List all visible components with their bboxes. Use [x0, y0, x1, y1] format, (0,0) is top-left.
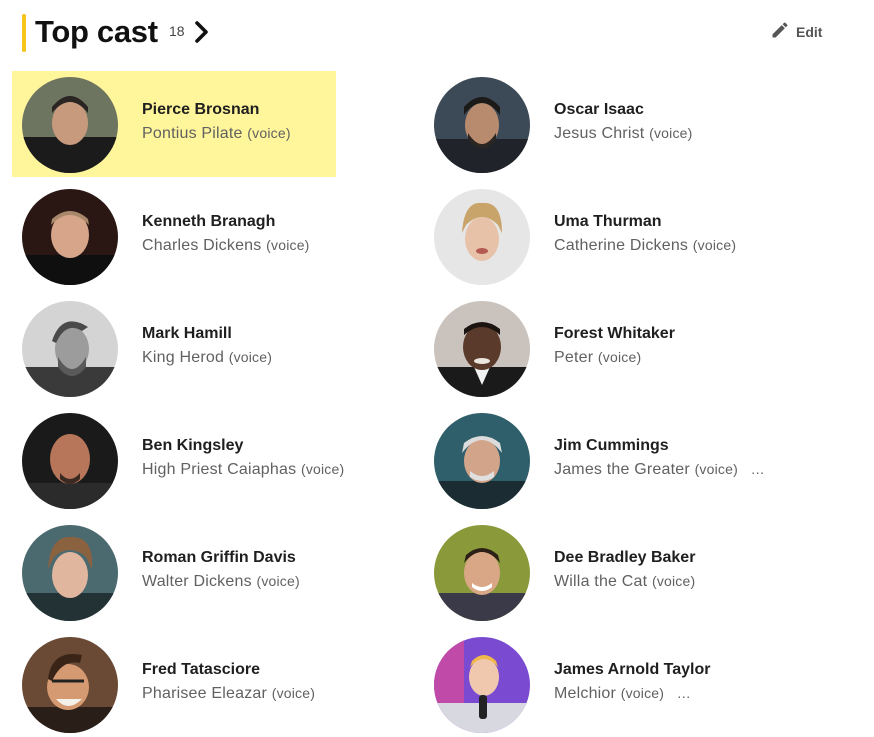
role-note: (voice): [649, 125, 693, 141]
cast-item: Mark Hamill King Herod (voice): [12, 295, 336, 401]
character-name[interactable]: Peter: [554, 349, 593, 366]
cast-item: Kenneth Branagh Charles Dickens (voice): [12, 183, 336, 289]
role-note: (voice): [692, 237, 737, 253]
cast-item: Pierce Brosnan Pontius Pilate (voice): [12, 71, 336, 177]
more-ellipsis[interactable]: …: [751, 461, 765, 477]
actor-name[interactable]: Fred Tatasciore: [142, 661, 260, 679]
avatar[interactable]: [434, 77, 530, 173]
avatar[interactable]: [434, 189, 530, 285]
character-role: Peter (voice): [554, 349, 641, 367]
character-name[interactable]: Melchior: [554, 685, 616, 702]
accent-bar: [22, 14, 26, 52]
character-role: High Priest Caiaphas (voice): [142, 461, 344, 479]
cast-item: Fred Tatasciore Pharisee Eleazar (voice): [12, 631, 336, 737]
character-role: Melchior (voice) …: [554, 685, 691, 703]
avatar[interactable]: [22, 525, 118, 621]
character-role: James the Greater (voice) …: [554, 461, 765, 479]
character-role: Charles Dickens (voice): [142, 237, 310, 255]
actor-name[interactable]: Uma Thurman: [554, 213, 662, 231]
character-name[interactable]: Pontius Pilate: [142, 125, 243, 142]
character-role: King Herod (voice): [142, 349, 272, 367]
cast-item: Oscar Isaac Jesus Christ (voice): [424, 71, 748, 177]
character-role: Walter Dickens (voice): [142, 573, 300, 591]
character-name[interactable]: James the Greater: [554, 461, 690, 478]
edit-label: Edit: [796, 24, 823, 40]
avatar[interactable]: [22, 189, 118, 285]
role-note: (voice): [247, 125, 291, 141]
section-header: Top cast 18: [22, 12, 874, 52]
avatar[interactable]: [434, 301, 530, 397]
role-note: (voice): [620, 685, 665, 701]
actor-name[interactable]: Jim Cummings: [554, 437, 669, 455]
chevron-right-icon[interactable]: [192, 20, 212, 44]
actor-name[interactable]: Dee Bradley Baker: [554, 549, 695, 567]
avatar[interactable]: [434, 413, 530, 509]
character-name[interactable]: Catherine Dickens: [554, 237, 688, 254]
avatar[interactable]: [22, 637, 118, 733]
character-name[interactable]: Walter Dickens: [142, 573, 252, 590]
cast-count: 18: [169, 23, 185, 39]
avatar[interactable]: [434, 637, 530, 733]
character-role: Pontius Pilate (voice): [142, 125, 291, 143]
character-role: Jesus Christ (voice): [554, 125, 693, 143]
pencil-icon: [770, 20, 790, 45]
character-role: Catherine Dickens (voice): [554, 237, 736, 255]
cast-item: Uma Thurman Catherine Dickens (voice): [424, 183, 748, 289]
character-name[interactable]: Willa the Cat: [554, 573, 647, 590]
actor-name[interactable]: Oscar Isaac: [554, 101, 644, 119]
role-note: (voice): [228, 349, 273, 365]
actor-name[interactable]: Roman Griffin Davis: [142, 549, 296, 567]
cast-item: Ben Kingsley High Priest Caiaphas (voice…: [12, 407, 344, 513]
actor-name[interactable]: Kenneth Branagh: [142, 213, 275, 231]
role-note: (voice): [266, 237, 310, 253]
avatar[interactable]: [22, 413, 118, 509]
actor-name[interactable]: Ben Kingsley: [142, 437, 243, 455]
character-name[interactable]: High Priest Caiaphas: [142, 461, 296, 478]
cast-item: Roman Griffin Davis Walter Dickens (voic…: [12, 519, 336, 625]
cast-item: Jim Cummings James the Greater (voice) …: [424, 407, 765, 513]
role-note: (voice): [651, 573, 696, 589]
role-note: (voice): [300, 461, 345, 477]
character-role: Willa the Cat (voice): [554, 573, 695, 591]
avatar[interactable]: [434, 525, 530, 621]
role-note: (voice): [597, 349, 642, 365]
actor-name[interactable]: Pierce Brosnan: [142, 101, 259, 119]
section-title[interactable]: Top cast: [35, 12, 158, 52]
avatar[interactable]: [22, 77, 118, 173]
actor-name[interactable]: Mark Hamill: [142, 325, 232, 343]
character-name[interactable]: Jesus Christ: [554, 125, 644, 142]
character-name[interactable]: Pharisee Eleazar: [142, 685, 267, 702]
role-note: (voice): [271, 685, 316, 701]
cast-item: Dee Bradley Baker Willa the Cat (voice): [424, 519, 748, 625]
more-ellipsis[interactable]: …: [677, 685, 691, 701]
actor-name[interactable]: James Arnold Taylor: [554, 661, 711, 679]
character-name[interactable]: Charles Dickens: [142, 237, 261, 254]
role-note: (voice): [256, 573, 300, 589]
character-name[interactable]: King Herod: [142, 349, 224, 366]
avatar[interactable]: [22, 301, 118, 397]
actor-name[interactable]: Forest Whitaker: [554, 325, 675, 343]
cast-item: Forest Whitaker Peter (voice): [424, 295, 748, 401]
cast-item: James Arnold Taylor Melchior (voice) …: [424, 631, 748, 737]
role-note: (voice): [694, 461, 738, 477]
edit-button[interactable]: Edit: [770, 20, 822, 44]
character-role: Pharisee Eleazar (voice): [142, 685, 315, 703]
